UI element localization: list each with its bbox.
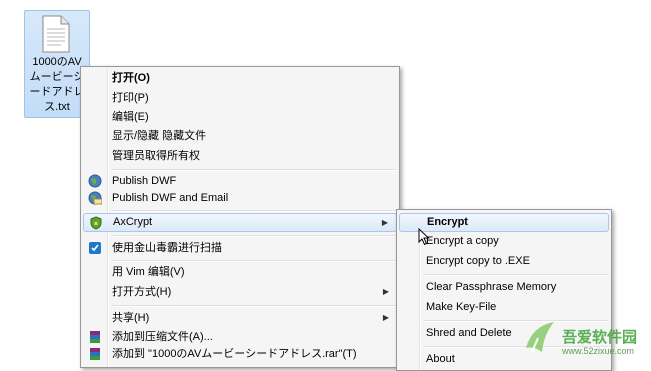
menu-item-add-to-rar[interactable]: 添加到 "1000のAVムービーシードアドレス.rar"(T) [83,345,397,363]
winrar-icon [90,348,100,360]
menu-item-label: AxCrypt [113,216,153,228]
menu-item-label: 用 Vim 编辑(V) [112,266,185,278]
menu-separator [111,210,397,212]
menu-separator [111,260,397,262]
globe-icon [88,174,102,188]
submenu-item-encrypt[interactable]: Encrypt [399,213,609,232]
menu-item-add-to-archive[interactable]: 添加到压缩文件(A)... [83,328,397,346]
menu-item-publish-dwf-email[interactable]: Publish DWF and Email [83,189,397,207]
menu-item-axcrypt[interactable]: AxCrypt ▶ [83,213,397,232]
submenu-item-label: About [426,353,455,365]
axcrypt-shield-icon [90,216,102,230]
menu-item-label: 添加到 "1000のAVムービーシードアドレス.rar"(T) [112,348,357,360]
submenu-item-label: Encrypt a copy [426,235,499,247]
menu-item-label: 打印(P) [112,92,149,104]
submenu-item-encrypt-copy[interactable]: Encrypt a copy [399,232,609,250]
menu-item-label: Publish DWF and Email [112,192,229,204]
menu-item-label: 使用金山毒霸进行扫描 [112,242,222,254]
menu-item-label: 打开方式(H) [112,286,172,298]
menu-separator [111,169,397,171]
submenu-arrow-icon: ▶ [381,218,388,227]
submenu-separator [423,274,609,276]
watermark: 吾爱软件园 www.52zixue.com [518,300,650,364]
submenu-item-label: Shred and Delete [426,327,512,339]
menu-item-take-ownership[interactable]: 管理员取得所有权 [83,147,397,165]
submenu-item-label: Encrypt copy to .EXE [426,255,530,267]
menu-item-label: 显示/隐藏 隐藏文件 [112,130,207,142]
text-file-icon [42,15,70,53]
watermark-url: www.52zixue.com [562,346,635,356]
menu-item-kingsoft-scan[interactable]: 使用金山毒霸进行扫描 [83,239,397,257]
menu-item-label: 共享(H) [112,312,150,324]
desktop: 1000のAV ムービーシ ードアドレ ス.txt 打开(O) 打印(P) 编辑… [0,0,651,371]
menu-item-label: Publish DWF [112,175,177,187]
globe-mail-icon [88,191,102,205]
submenu-item-clear-passphrase[interactable]: Clear Passphrase Memory [399,278,609,296]
menu-item-open[interactable]: 打开(O) [83,69,397,87]
menu-item-toggle-hidden-files[interactable]: 显示/隐藏 隐藏文件 [83,127,397,145]
submenu-arrow-icon: ▶ [382,313,389,322]
kingsoft-scan-icon [89,242,101,254]
submenu-item-label: Clear Passphrase Memory [426,281,557,293]
mouse-cursor-icon [418,228,430,246]
winrar-icon [90,331,100,343]
watermark-logo-icon [526,322,554,353]
menu-separator [111,235,397,237]
watermark-brand: 吾爱软件园 [562,329,638,346]
submenu-item-label: Make Key-File [426,301,497,313]
menu-item-edit[interactable]: 编辑(E) [83,108,397,126]
submenu-item-label: Encrypt [427,216,468,228]
menu-item-label: 打开(O) [112,72,150,84]
menu-item-label: 添加到压缩文件(A)... [112,331,213,343]
menu-item-open-with[interactable]: 打开方式(H) ▶ [83,283,397,301]
menu-item-share[interactable]: 共享(H) ▶ [83,309,397,327]
menu-item-print[interactable]: 打印(P) [83,89,397,107]
menu-separator [111,305,397,307]
menu-item-label: 编辑(E) [112,111,149,123]
menu-item-publish-dwf[interactable]: Publish DWF [83,172,397,190]
submenu-arrow-icon: ▶ [382,287,389,296]
menu-item-vim-edit[interactable]: 用 Vim 编辑(V) [83,263,397,281]
menu-item-label: 管理员取得所有权 [112,150,200,162]
context-menu: 打开(O) 打印(P) 编辑(E) 显示/隐藏 隐藏文件 管理员取得所有权 Pu… [80,66,400,368]
submenu-item-encrypt-copy-exe[interactable]: Encrypt copy to .EXE [399,252,609,270]
